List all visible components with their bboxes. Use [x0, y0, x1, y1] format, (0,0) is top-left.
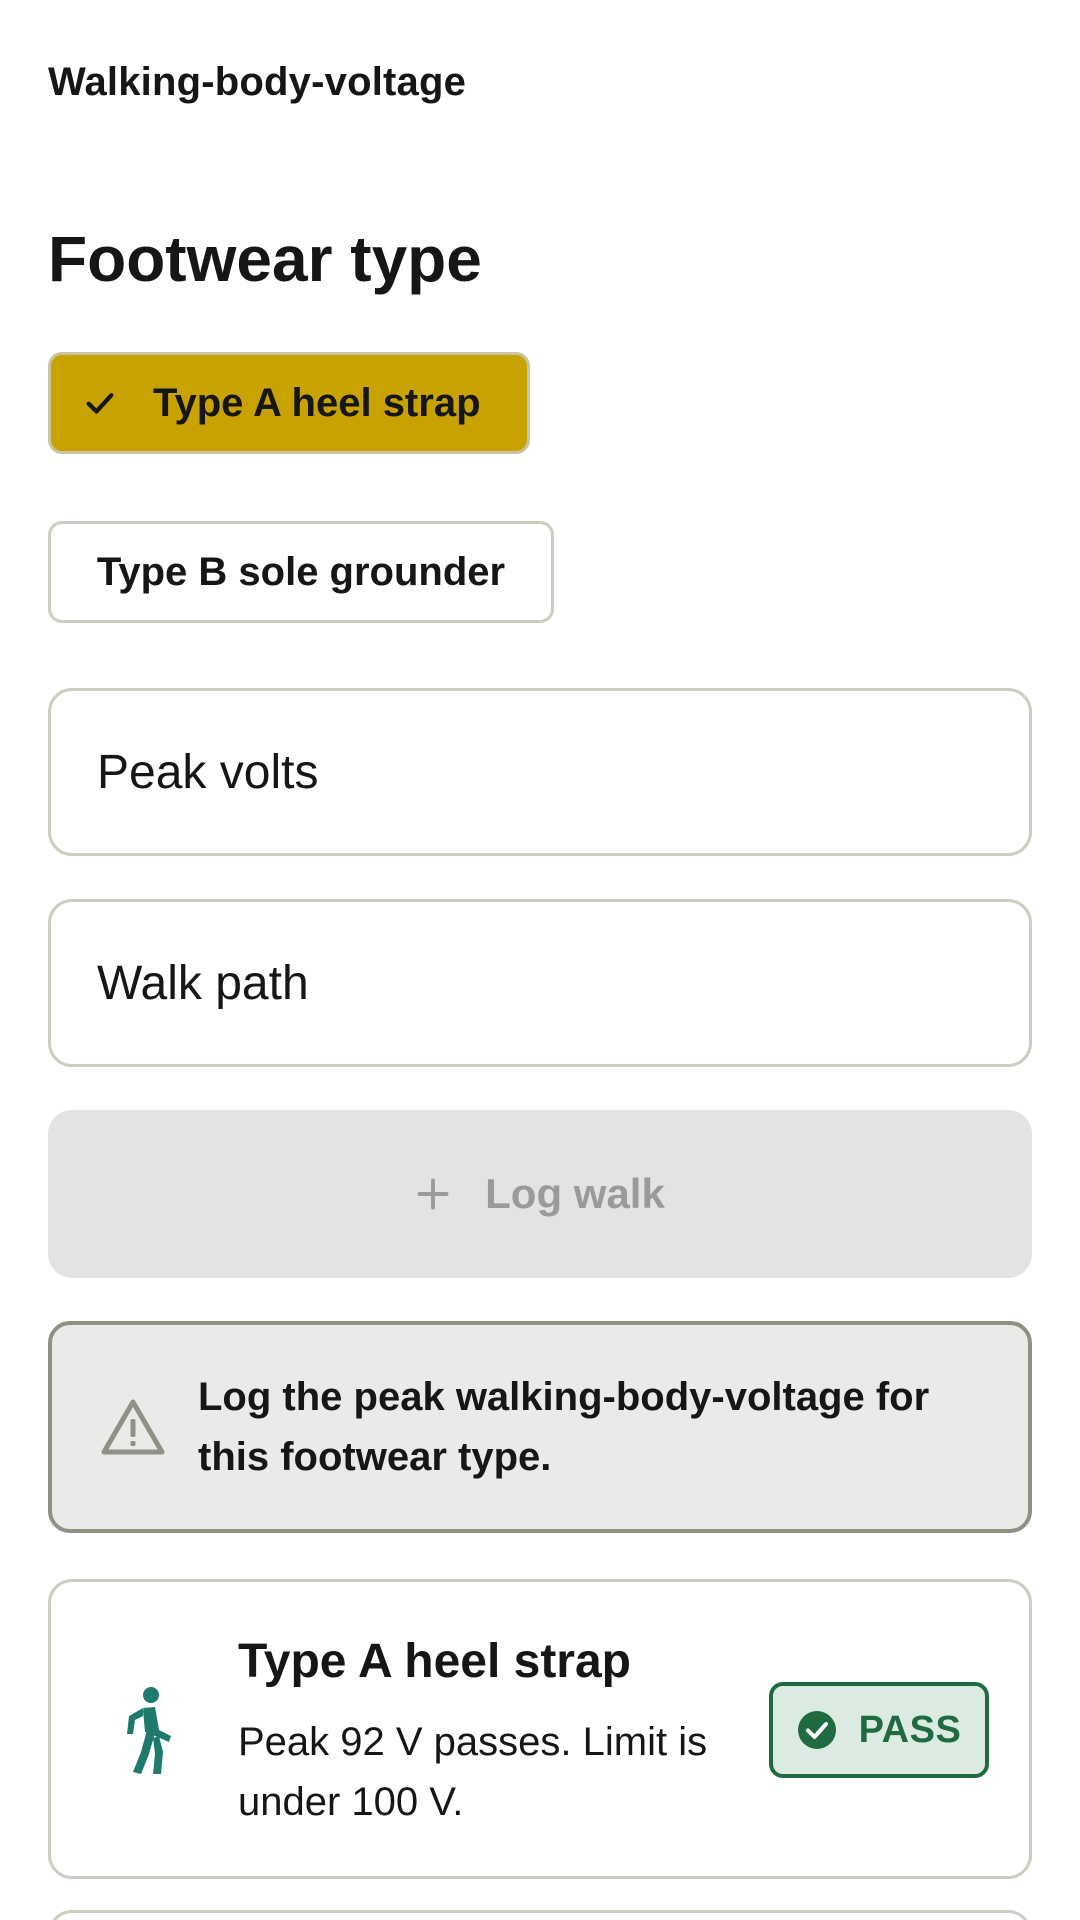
plus-icon [417, 1178, 449, 1210]
result-card[interactable]: Type A heel strap Peak 92 V passes. Limi… [48, 1579, 1032, 1879]
status-badge-label: PASS [858, 1708, 962, 1751]
footwear-option-type-b[interactable]: Type B sole grounder [48, 521, 554, 623]
walk-path-field[interactable]: Walk path [48, 899, 1032, 1067]
page: Walking-body-voltage Footwear type Type … [0, 0, 1080, 1920]
log-walk-label: Log walk [485, 1170, 665, 1217]
info-alert: Log the peak walking-body-voltage for th… [48, 1321, 1032, 1533]
alert-text: Log the peak walking-body-voltage for th… [198, 1375, 930, 1479]
log-walk-button[interactable]: Log walk [48, 1110, 1032, 1278]
check-icon [86, 393, 114, 414]
footwear-option-label: Type A heel strap [153, 380, 481, 425]
walk-path-placeholder: Walk path [97, 956, 309, 1010]
footwear-heading: Footwear type [48, 223, 482, 295]
check-circle-icon [797, 1711, 836, 1749]
app-title: Walking-body-voltage [48, 60, 467, 104]
status-badge: PASS [769, 1682, 989, 1778]
footwear-option-label: Type B sole grounder [96, 549, 506, 594]
walking-person-icon [127, 1687, 171, 1774]
result-description: Peak 92 V passes. Limit is under 100 V. [238, 1720, 708, 1824]
peak-volts-field[interactable]: Peak volts [48, 688, 1032, 856]
result-title: Type A heel strap [238, 1635, 631, 1688]
warning-icon [101, 1399, 165, 1455]
result-card-partial[interactable] [48, 1910, 1032, 1920]
peak-volts-placeholder: Peak volts [97, 745, 319, 799]
footwear-option-type-a[interactable]: Type A heel strap [48, 352, 530, 454]
